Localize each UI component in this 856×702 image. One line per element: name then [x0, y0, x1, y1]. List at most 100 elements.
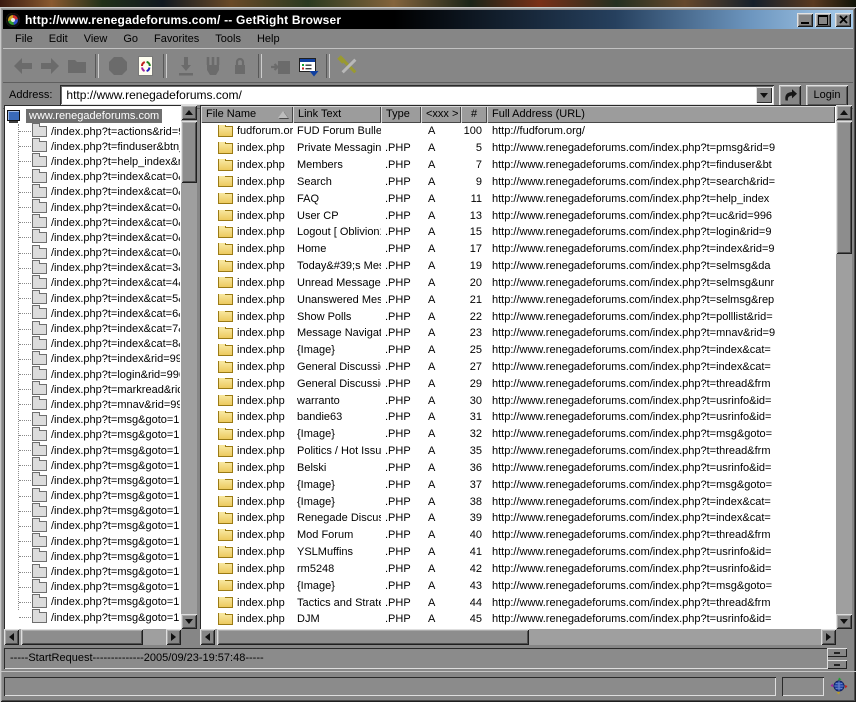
tree-item[interactable]: /index.php?t=msg&goto=17	[5, 534, 180, 549]
table-row[interactable]: index.phpPrivate Messaging.PHPA5http://w…	[201, 140, 835, 157]
title-bar[interactable]: http://www.renegadeforums.com/ -- GetRig…	[3, 10, 853, 29]
tree-item[interactable]: /index.php?t=index&cat=4&	[5, 276, 180, 291]
menu-favorites[interactable]: Favorites	[146, 31, 207, 47]
tree-item[interactable]: /index.php?t=index&cat=0&	[5, 200, 180, 215]
tree-item[interactable]: /index.php?t=msg&goto=17	[5, 489, 180, 504]
tree-item[interactable]: /index.php?t=msg&goto=17	[5, 564, 180, 579]
tree-item[interactable]: /index.php?t=msg&goto=17	[5, 428, 180, 443]
scroll-down-button[interactable]	[836, 614, 852, 629]
table-row[interactable]: index.phpTactics and Strate....PHPA44htt…	[201, 594, 835, 611]
table-row[interactable]: index.phprm5248.PHPA42http://www.renegad…	[201, 561, 835, 578]
login-button[interactable]: Login	[806, 85, 848, 106]
table-row[interactable]: index.phpbandie63.PHPA31http://www.reneg…	[201, 409, 835, 426]
scrollbar-thumb[interactable]	[21, 629, 143, 645]
table-row[interactable]: index.php{Image}.PHPA37http://www.renega…	[201, 476, 835, 493]
tree-item[interactable]: /index.php?t=index&cat=0&	[5, 185, 180, 200]
tree-item[interactable]: /index.php?t=help_index&rid	[5, 154, 180, 169]
lock-button[interactable]	[226, 52, 253, 79]
table-row[interactable]: index.phpMembers.PHPA7http://www.renegad…	[201, 157, 835, 174]
tree-item[interactable]: /index.php?t=actions&rid=9	[5, 124, 180, 139]
scroll-left-button[interactable]	[4, 629, 19, 645]
log-expand-button[interactable]	[827, 660, 847, 669]
table-row[interactable]: index.phpwarranto.PHPA30http://www.reneg…	[201, 392, 835, 409]
open-folder-button[interactable]	[63, 52, 90, 79]
scrollbar-thumb[interactable]	[217, 629, 529, 645]
scroll-down-button[interactable]	[181, 614, 197, 629]
tree-item[interactable]: /index.php?t=msg&goto=17	[5, 580, 180, 595]
table-row[interactable]: index.phpRenegade Discus....PHPA39http:/…	[201, 510, 835, 527]
menu-help[interactable]: Help	[249, 31, 288, 47]
tree-item[interactable]: /index.php?t=msg&goto=16	[5, 413, 180, 428]
tree-item[interactable]: /index.php?t=index&cat=7&	[5, 321, 180, 336]
tree-item[interactable]: /index.php?t=msg&goto=17	[5, 610, 180, 625]
table-row[interactable]: index.php{Image}.PHPA32http://www.renega…	[201, 426, 835, 443]
column-header-xxx[interactable]: <xxx >	[421, 106, 461, 123]
table-row[interactable]: index.phpShow Polls.PHPA22http://www.ren…	[201, 308, 835, 325]
tree-item[interactable]: /index.php?t=msg&goto=17	[5, 473, 180, 488]
scrollbar-thumb[interactable]	[181, 121, 197, 183]
tree-item[interactable]: /index.php?t=index&cat=6&	[5, 306, 180, 321]
maximize-button[interactable]	[815, 13, 831, 27]
column-header-number[interactable]: #	[461, 106, 487, 123]
tree-horizontal-scrollbar[interactable]	[4, 629, 181, 645]
grab-links-button[interactable]	[199, 52, 226, 79]
table-horizontal-scrollbar[interactable]	[200, 629, 836, 645]
forward-button[interactable]	[36, 52, 63, 79]
go-button[interactable]	[779, 85, 801, 106]
tree-item[interactable]: /index.php?t=index&cat=5&	[5, 291, 180, 306]
table-row[interactable]: index.phpMessage Navigator.PHPA23http://…	[201, 325, 835, 342]
reload-button[interactable]	[131, 52, 158, 79]
tree-item[interactable]: /index.php?t=index&cat=3&	[5, 261, 180, 276]
menu-edit[interactable]: Edit	[41, 31, 76, 47]
tree-item[interactable]: /index.php?t=index&cat=0&	[5, 246, 180, 261]
tree-item[interactable]: /index.php?t=index&cat=0&	[5, 170, 180, 185]
table-row[interactable]: index.phpGeneral Discussion.PHPA29http:/…	[201, 375, 835, 392]
tree-item[interactable]: /index.php?t=msg&goto=17	[5, 443, 180, 458]
tree-item[interactable]: /index.php?t=login&rid=996	[5, 367, 180, 382]
scrollbar-thumb[interactable]	[836, 121, 852, 254]
tree-vertical-scrollbar[interactable]	[181, 105, 197, 629]
tree-item[interactable]: /index.php?t=mnav&rid=996	[5, 397, 180, 412]
address-input[interactable]	[63, 87, 754, 103]
tree-item[interactable]: /index.php?t=markread&rid=	[5, 382, 180, 397]
tree-item[interactable]: /index.php?t=finduser&btn_	[5, 139, 180, 154]
menu-file[interactable]: File	[7, 31, 41, 47]
column-header-type[interactable]: Type	[381, 106, 421, 123]
table-row[interactable]: index.php{Image}.PHPA38http://www.renega…	[201, 493, 835, 510]
menu-go[interactable]: Go	[115, 31, 146, 47]
address-dropdown-button[interactable]	[756, 87, 772, 103]
table-row[interactable]: index.phpLogout [ Oblivion1....PHPA15htt…	[201, 224, 835, 241]
tools-button[interactable]	[335, 52, 362, 79]
column-header-file-name[interactable]: File Name	[201, 106, 293, 123]
table-row[interactable]: fudforum.org/FUD Forum Bulleti...A100htt…	[201, 123, 835, 140]
scroll-left-button[interactable]	[200, 629, 215, 645]
table-row[interactable]: index.phpToday&#39;s Mes....PHPA19http:/…	[201, 258, 835, 275]
table-row[interactable]: index.phpPolitics / Hot Issues.PHPA35htt…	[201, 443, 835, 460]
column-header-full-address[interactable]: Full Address (URL)	[487, 106, 835, 123]
table-row[interactable]: index.phpBelski.PHPA36http://www.renegad…	[201, 460, 835, 477]
scroll-right-button[interactable]	[821, 629, 836, 645]
table-vertical-scrollbar[interactable]	[836, 105, 852, 629]
table-row[interactable]: index.php{Image}.PHPA43http://www.renega…	[201, 577, 835, 594]
tree-item[interactable]: /index.php?t=msg&goto=17	[5, 519, 180, 534]
back-button[interactable]	[9, 52, 36, 79]
scroll-up-button[interactable]	[181, 105, 197, 120]
table-row[interactable]: index.phpUnread Messages.PHPA20http://ww…	[201, 274, 835, 291]
scroll-right-button[interactable]	[166, 629, 181, 645]
log-collapse-button[interactable]	[827, 648, 847, 657]
table-row[interactable]: index.phpUser CP.PHPA13http://www.renega…	[201, 207, 835, 224]
table-row[interactable]: index.phpSearch.PHPA9http://www.renegade…	[201, 173, 835, 190]
scroll-up-button[interactable]	[836, 105, 852, 120]
tree-item[interactable]: /index.php?t=msg&goto=17	[5, 549, 180, 564]
table-row[interactable]: index.phpDJM.PHPA45http://www.renegadefo…	[201, 611, 835, 628]
download-button[interactable]	[172, 52, 199, 79]
tree-item[interactable]: /index.php?t=index&rid=996	[5, 352, 180, 367]
table-row[interactable]: index.php{Image}.PHPA25http://www.renega…	[201, 342, 835, 359]
table-row[interactable]: index.phpMod Forum.PHPA40http://www.rene…	[201, 527, 835, 544]
menu-tools[interactable]: Tools	[207, 31, 249, 47]
stop-button[interactable]	[104, 52, 131, 79]
tree-item[interactable]: /index.php?t=index&cat=0&	[5, 230, 180, 245]
view-options-button[interactable]	[294, 52, 321, 79]
menu-view[interactable]: View	[76, 31, 116, 47]
table-row[interactable]: index.phpFAQ.PHPA11http://www.renegadefo…	[201, 190, 835, 207]
